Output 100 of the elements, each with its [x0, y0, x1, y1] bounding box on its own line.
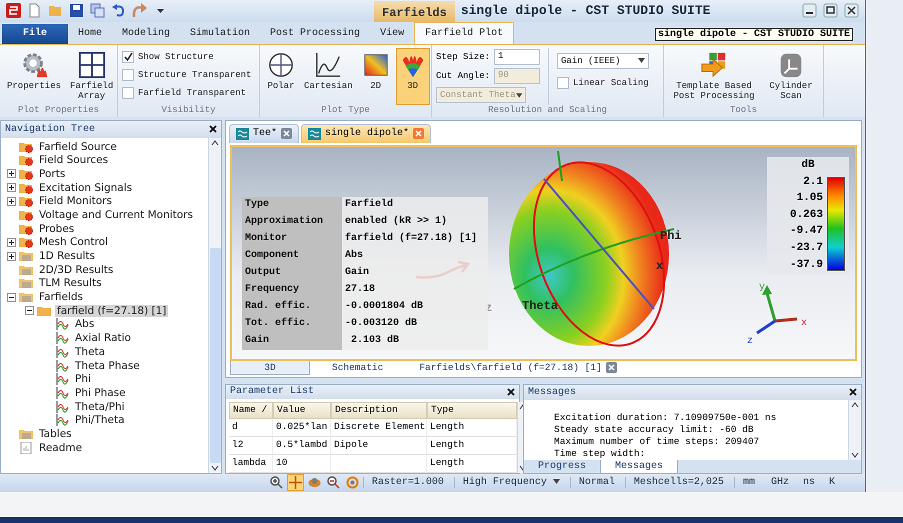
ribbon-tab[interactable]: View	[370, 24, 414, 44]
tree-item[interactable]: Field Sources	[37, 154, 110, 166]
tree-item[interactable]: farfield (f=27.18) [1]	[55, 304, 168, 317]
ribbon-button[interactable]: Properties	[4, 48, 64, 105]
info-value: -0.003120 dB	[342, 316, 488, 333]
axis-label: x	[656, 258, 664, 273]
ribbon-button[interactable]: Cartesian	[301, 48, 356, 105]
info-value: Abs	[342, 248, 488, 265]
unit-label: GHz	[770, 477, 790, 488]
table-cell: lambda	[229, 454, 273, 473]
ribbon-tab[interactable]: Home	[68, 24, 112, 44]
checkbox-label: Show Structure	[138, 52, 214, 62]
group-label: Plot Type	[320, 104, 371, 117]
column-header[interactable]: Value	[273, 402, 331, 419]
tree-item[interactable]: Phi Phase	[73, 386, 128, 399]
solver-dropdown[interactable]: High Frequency	[454, 477, 568, 488]
axis-triad-drawing: y x z	[745, 280, 815, 345]
table-cell: 0.025*lan	[273, 418, 331, 437]
ribbon-tab[interactable]: Simulation	[180, 24, 260, 44]
info-label: Type	[242, 196, 342, 214]
input-field[interactable]: 1	[494, 49, 540, 66]
info-value: -0.0001804 dB	[342, 298, 488, 316]
sheet-tab[interactable]: Schematic	[318, 360, 398, 375]
status-text: Raster=1.000	[362, 477, 452, 488]
ribbon-button[interactable]: Cylinder Scan	[763, 48, 819, 105]
context-tab-group: Farfields	[374, 0, 455, 22]
ribbon-tab[interactable]: Post Processing	[260, 24, 370, 44]
tree-item[interactable]: Probes	[37, 222, 76, 235]
checkbox-label: Farfield Transparent	[138, 88, 246, 98]
tree-item[interactable]: Voltage and Current Monitors	[37, 208, 195, 221]
window-title: single dipole - CST STUDIO SUITE	[460, 3, 710, 18]
ribbon-tab[interactable]: File	[2, 24, 68, 44]
legend-tick: 0.263	[790, 210, 823, 221]
info-value: 2.103 dB	[342, 332, 488, 350]
sheet-tab[interactable]: 3D	[230, 360, 310, 375]
tree-item[interactable]: Readme	[37, 442, 84, 454]
column-header[interactable]: Type	[427, 402, 517, 419]
tree-item[interactable]: Theta	[73, 346, 108, 358]
column-header[interactable]: Description	[331, 402, 427, 419]
message-line: Steady state accuracy limit: -60 dB	[554, 424, 755, 436]
document-tab[interactable]: Tee*	[229, 124, 300, 143]
tree-item[interactable]: Axial Ratio	[73, 332, 133, 344]
field-label: Step Size:	[436, 52, 490, 62]
tree-item[interactable]: Phi/Theta	[73, 414, 127, 426]
panel-title: Parameter List	[230, 386, 314, 398]
dropdown[interactable]: Gain (IEEE)	[557, 52, 650, 69]
info-value: Gain	[342, 264, 488, 282]
legend-tick: 2.1	[803, 176, 823, 188]
tree-item[interactable]: Tables	[37, 428, 74, 440]
legend-tick: -37.9	[790, 260, 823, 271]
group-label: Tools	[728, 104, 758, 117]
info-label: Tot. effic.	[242, 316, 342, 333]
tree-item[interactable]: Theta Phase	[73, 360, 142, 372]
checkbox-label: Structure Transparent	[138, 70, 252, 80]
tooltip: single dipole - CST STUDIO SUITE	[654, 28, 853, 41]
ribbon-tab[interactable]: Farfield Plot	[414, 22, 514, 44]
table-cell: Dipole	[331, 436, 427, 455]
sheet-tab[interactable]: Farfields\farfield (f=27.18) [1]	[405, 360, 631, 375]
tree-item[interactable]: Excitation Signals	[37, 182, 134, 194]
status-text: Normal	[570, 477, 623, 488]
tree-item[interactable]: Theta/Phi	[73, 400, 127, 413]
info-label: Output	[242, 264, 342, 282]
unit-label: K	[828, 477, 836, 488]
ribbon-button[interactable]: 2D	[358, 48, 393, 105]
tree-item[interactable]: Ports	[37, 168, 68, 180]
tree-item[interactable]: Phi	[73, 373, 93, 386]
info-value: 27.18	[342, 282, 488, 299]
legend-title: dB	[800, 158, 816, 173]
column-header[interactable]: Name /	[229, 402, 273, 419]
tree-item[interactable]: Abs	[73, 318, 96, 330]
unit-label: ns	[802, 477, 816, 488]
status-text: Meshcells=2,025	[624, 477, 732, 488]
ribbon-button[interactable]: Polar	[264, 48, 298, 105]
document-tab[interactable]: single dipole*	[301, 124, 432, 143]
group-label: Resolution and Scaling	[487, 104, 608, 117]
tree-item[interactable]: Mesh Control	[37, 236, 110, 248]
table-cell: l2	[229, 436, 273, 455]
info-label: Frequency	[242, 282, 342, 299]
ribbon-button[interactable]: Farfield Array	[67, 48, 116, 105]
info-value: farfield (f=27.18) [1]	[342, 230, 488, 248]
ribbon-button[interactable]: Template Based Post Processing	[668, 48, 760, 105]
tree-item[interactable]: Field Monitors	[37, 195, 114, 208]
tree-item[interactable]: Farfields	[37, 291, 85, 304]
group-label: Visibility	[160, 104, 216, 117]
info-label: Component	[242, 248, 342, 265]
table-cell: Discrete Element	[331, 418, 427, 437]
tree-item[interactable]: TLM Results	[37, 277, 104, 290]
info-value: enabled (kR >> 1)	[342, 214, 488, 231]
message-line: Time step width:	[554, 448, 646, 460]
info-value: Farfield	[342, 196, 488, 214]
info-label: Gain	[242, 332, 342, 350]
info-label: Approximation	[242, 214, 342, 231]
tree-item[interactable]: 2D/3D Results	[37, 264, 116, 276]
tree-item[interactable]: Farfield Source	[37, 140, 119, 153]
ribbon-button[interactable]: 3D	[396, 48, 430, 105]
tree-item[interactable]: 1D Results	[37, 250, 98, 262]
group-label: Plot Properties	[16, 104, 100, 117]
legend-tick: 1.05	[796, 193, 823, 204]
ribbon-tab[interactable]: Modeling	[112, 24, 180, 44]
panel-tab[interactable]: Messages	[601, 460, 678, 473]
